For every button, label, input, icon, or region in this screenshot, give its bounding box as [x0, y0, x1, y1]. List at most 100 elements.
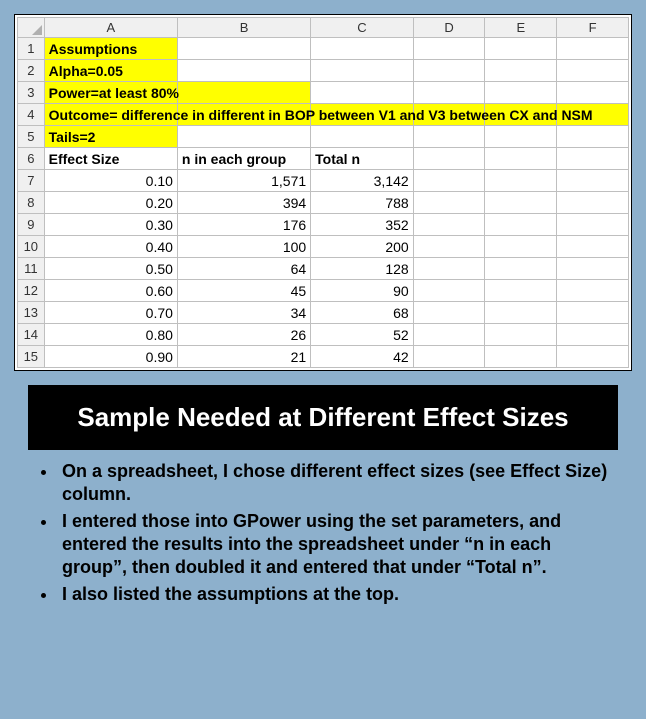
empty-cell[interactable]	[557, 60, 629, 82]
data-cell[interactable]: 3,142	[311, 170, 414, 192]
data-cell[interactable]: 0.70	[44, 302, 177, 324]
data-cell[interactable]: 0.30	[44, 214, 177, 236]
row-header[interactable]: 4	[18, 104, 45, 126]
col-header-B[interactable]: B	[177, 18, 310, 38]
data-cell[interactable]: 45	[177, 280, 310, 302]
data-cell[interactable]: 0.60	[44, 280, 177, 302]
data-header-cell[interactable]	[413, 148, 485, 170]
row-header[interactable]: 5	[18, 126, 45, 148]
row-header[interactable]: 12	[18, 280, 45, 302]
data-cell[interactable]	[413, 192, 485, 214]
data-cell[interactable]: 0.10	[44, 170, 177, 192]
data-cell[interactable]	[557, 170, 629, 192]
data-cell[interactable]	[557, 280, 629, 302]
empty-cell[interactable]	[311, 126, 414, 148]
data-cell[interactable]: 394	[177, 192, 310, 214]
data-header-cell[interactable]	[485, 148, 557, 170]
data-cell[interactable]: 52	[311, 324, 414, 346]
data-cell[interactable]: 34	[177, 302, 310, 324]
empty-cell[interactable]	[413, 60, 485, 82]
data-cell[interactable]	[557, 302, 629, 324]
row-header[interactable]: 3	[18, 82, 45, 104]
empty-cell[interactable]	[311, 60, 414, 82]
select-all-corner[interactable]	[18, 18, 45, 38]
col-header-A[interactable]: A	[44, 18, 177, 38]
assumption-text[interactable]: Alpha=0.05	[44, 60, 177, 82]
data-cell[interactable]: 68	[311, 302, 414, 324]
data-cell[interactable]: 26	[177, 324, 310, 346]
col-header-E[interactable]: E	[485, 18, 557, 38]
empty-cell[interactable]	[177, 60, 310, 82]
data-cell[interactable]: 0.80	[44, 324, 177, 346]
data-header-cell[interactable]	[557, 148, 629, 170]
empty-cell[interactable]	[557, 38, 629, 60]
empty-cell[interactable]	[485, 82, 557, 104]
data-cell[interactable]	[485, 170, 557, 192]
data-cell[interactable]: 0.50	[44, 258, 177, 280]
empty-cell[interactable]	[311, 38, 414, 60]
row-header[interactable]: 15	[18, 346, 45, 368]
data-cell[interactable]: 0.40	[44, 236, 177, 258]
row-header[interactable]: 1	[18, 38, 45, 60]
data-cell[interactable]	[485, 236, 557, 258]
data-cell[interactable]	[413, 214, 485, 236]
data-cell[interactable]: 788	[311, 192, 414, 214]
data-cell[interactable]: 21	[177, 346, 310, 368]
row-header[interactable]: 2	[18, 60, 45, 82]
data-cell[interactable]	[557, 192, 629, 214]
data-cell[interactable]	[485, 280, 557, 302]
data-cell[interactable]: 0.90	[44, 346, 177, 368]
data-cell[interactable]	[485, 346, 557, 368]
data-cell[interactable]: 352	[311, 214, 414, 236]
data-cell[interactable]	[485, 258, 557, 280]
data-cell[interactable]: 1,571	[177, 170, 310, 192]
empty-cell[interactable]	[311, 82, 414, 104]
data-cell[interactable]	[557, 236, 629, 258]
col-header-D[interactable]: D	[413, 18, 485, 38]
data-cell[interactable]	[485, 214, 557, 236]
data-header-cell[interactable]: n in each group	[177, 148, 310, 170]
row-header[interactable]: 11	[18, 258, 45, 280]
row-header[interactable]: 10	[18, 236, 45, 258]
data-cell[interactable]: 100	[177, 236, 310, 258]
row-header[interactable]: 14	[18, 324, 45, 346]
data-cell[interactable]: 90	[311, 280, 414, 302]
empty-cell[interactable]	[413, 82, 485, 104]
data-cell[interactable]	[413, 258, 485, 280]
row-header[interactable]: 7	[18, 170, 45, 192]
data-cell[interactable]	[413, 280, 485, 302]
empty-cell[interactable]	[177, 82, 310, 104]
empty-cell[interactable]	[413, 38, 485, 60]
col-header-C[interactable]: C	[311, 18, 414, 38]
col-header-F[interactable]: F	[557, 18, 629, 38]
data-cell[interactable]: 200	[311, 236, 414, 258]
empty-cell[interactable]	[485, 38, 557, 60]
assumption-text[interactable]: Tails=2	[44, 126, 177, 148]
empty-cell[interactable]	[177, 126, 310, 148]
data-cell[interactable]	[413, 302, 485, 324]
data-cell[interactable]: 128	[311, 258, 414, 280]
data-cell[interactable]	[413, 170, 485, 192]
data-cell[interactable]	[485, 324, 557, 346]
data-cell[interactable]: 64	[177, 258, 310, 280]
data-cell[interactable]	[557, 324, 629, 346]
row-header[interactable]: 9	[18, 214, 45, 236]
row-header[interactable]: 8	[18, 192, 45, 214]
empty-cell[interactable]	[557, 126, 629, 148]
data-cell[interactable]: 42	[311, 346, 414, 368]
empty-cell[interactable]	[485, 126, 557, 148]
empty-cell[interactable]	[413, 126, 485, 148]
data-cell[interactable]	[557, 258, 629, 280]
data-cell[interactable]	[413, 346, 485, 368]
data-cell[interactable]: 176	[177, 214, 310, 236]
data-cell[interactable]	[413, 324, 485, 346]
row-header[interactable]: 13	[18, 302, 45, 324]
empty-cell[interactable]	[485, 60, 557, 82]
assumption-text[interactable]: Power=at least 80%	[44, 82, 177, 104]
assumption-text[interactable]: Assumptions	[44, 38, 177, 60]
empty-cell[interactable]	[177, 38, 310, 60]
data-cell[interactable]	[485, 192, 557, 214]
data-cell[interactable]	[557, 214, 629, 236]
row-header[interactable]: 6	[18, 148, 45, 170]
data-header-cell[interactable]: Total n	[311, 148, 414, 170]
